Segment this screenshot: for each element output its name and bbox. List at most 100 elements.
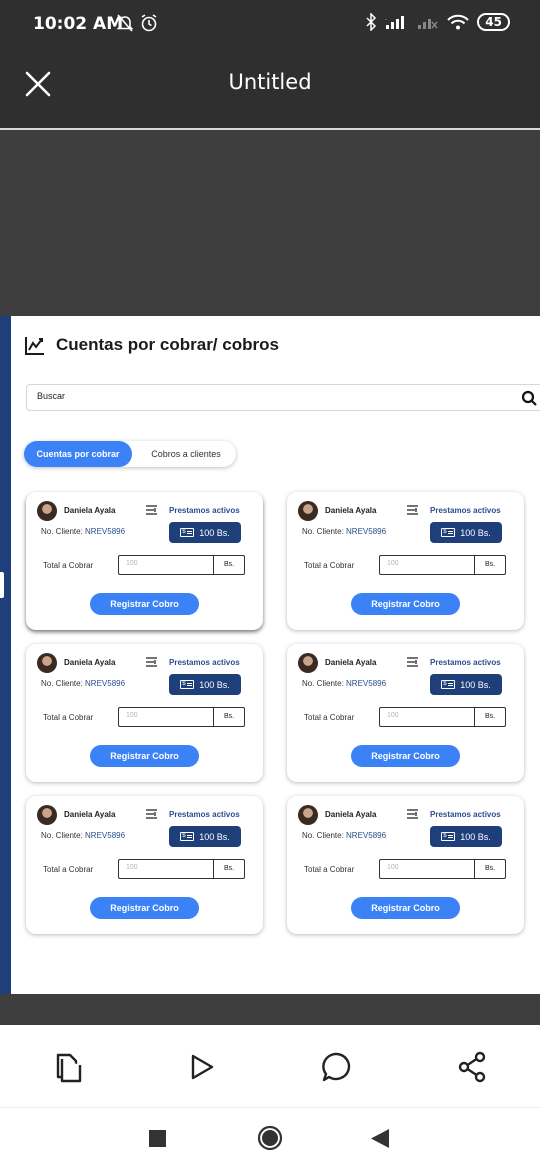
total-label: Total a Cobrar: [43, 561, 94, 570]
amount-badge: $100 Bs.: [169, 522, 241, 543]
total-field: Bs.: [118, 859, 245, 879]
avatar: [298, 653, 318, 673]
preview-content: Cuentas por cobrar/ cobros Cuentas por c…: [0, 316, 540, 994]
page-header: Cuentas por cobrar/ cobros: [24, 334, 279, 356]
tab-cobros-a-clientes[interactable]: Cobros a clientes: [136, 441, 236, 467]
client-number: No. Cliente: NREV5896: [302, 679, 386, 688]
client-name: Daniela Ayala: [64, 658, 116, 667]
drawer-handle[interactable]: [0, 572, 4, 598]
prestamos-activos-link[interactable]: Prestamos activos: [430, 658, 501, 667]
account-card[interactable]: Daniela Ayala Prestamos activos No. Clie…: [26, 644, 263, 782]
battery-icon: 45: [477, 13, 510, 31]
client-number: No. Cliente: NREV5896: [41, 527, 125, 536]
total-label: Total a Cobrar: [304, 713, 355, 722]
currency-unit: Bs.: [474, 556, 505, 574]
filter-icon[interactable]: [406, 656, 419, 668]
client-name: Daniela Ayala: [64, 506, 116, 515]
document-copy-icon[interactable]: [52, 1051, 84, 1083]
filter-icon[interactable]: [406, 808, 419, 820]
home-circle-icon[interactable]: [257, 1125, 283, 1151]
search-input[interactable]: [37, 391, 497, 401]
search-bar: [26, 384, 540, 411]
account-card[interactable]: Daniela Ayala Prestamos activos No. Clie…: [26, 796, 263, 934]
total-input[interactable]: [387, 864, 467, 871]
currency-unit: Bs.: [474, 860, 505, 878]
bluetooth-icon: [366, 13, 377, 31]
registrar-cobro-button[interactable]: Registrar Cobro: [90, 745, 199, 767]
signal-icon: .: [385, 15, 405, 29]
avatar: [298, 805, 318, 825]
money-icon: $: [441, 680, 456, 689]
avatar: [37, 805, 57, 825]
money-icon: $: [441, 832, 456, 841]
total-field: Bs.: [379, 555, 506, 575]
client-number: No. Cliente: NREV5896: [41, 831, 125, 840]
tab-cuentas-por-cobrar[interactable]: Cuentas por cobrar: [24, 441, 132, 467]
total-field: Bs.: [379, 707, 506, 727]
recents-square-icon[interactable]: [149, 1130, 166, 1147]
client-number: No. Cliente: NREV5896: [302, 831, 386, 840]
amount-value: 100 Bs.: [460, 527, 491, 538]
alarm-icon: [141, 14, 157, 32]
system-nav-bar: [0, 1107, 540, 1170]
registrar-cobro-button[interactable]: Registrar Cobro: [351, 593, 460, 615]
client-code: NREV5896: [346, 527, 387, 536]
account-card[interactable]: Daniela Ayala Prestamos activos No. Clie…: [287, 796, 524, 934]
currency-unit: Bs.: [474, 708, 505, 726]
status-bar: 10:02 AM . 45: [0, 0, 540, 50]
client-name: Daniela Ayala: [325, 658, 377, 667]
total-input[interactable]: [126, 864, 206, 871]
registrar-cobro-button[interactable]: Registrar Cobro: [90, 897, 199, 919]
share-icon[interactable]: [456, 1051, 488, 1083]
total-label: Total a Cobrar: [43, 865, 94, 874]
filter-icon[interactable]: [145, 808, 158, 820]
search-icon[interactable]: [521, 390, 537, 406]
amount-badge: $100 Bs.: [430, 826, 502, 847]
signal-off-icon: [418, 19, 438, 29]
filter-icon[interactable]: [406, 504, 419, 516]
client-number-label: No. Cliente:: [41, 527, 83, 536]
registrar-cobro-button[interactable]: Registrar Cobro: [90, 593, 199, 615]
account-card[interactable]: Daniela Ayala Prestamos activos No. Clie…: [287, 644, 524, 782]
client-name: Daniela Ayala: [64, 810, 116, 819]
comment-icon[interactable]: [321, 1051, 353, 1083]
filter-icon[interactable]: [145, 656, 158, 668]
prestamos-activos-link[interactable]: Prestamos activos: [430, 810, 501, 819]
client-code: NREV5896: [85, 679, 126, 688]
avatar: [37, 653, 57, 673]
money-icon: $: [180, 528, 195, 537]
app-title: Untitled: [228, 70, 312, 94]
prestamos-activos-link[interactable]: Prestamos activos: [169, 810, 240, 819]
total-input[interactable]: [126, 560, 206, 567]
registrar-cobro-button[interactable]: Registrar Cobro: [351, 897, 460, 919]
total-input[interactable]: [126, 712, 206, 719]
total-input[interactable]: [387, 712, 467, 719]
total-label: Total a Cobrar: [304, 865, 355, 874]
currency-unit: Bs.: [213, 708, 244, 726]
total-input[interactable]: [387, 560, 467, 567]
avatar: [37, 501, 57, 521]
account-card[interactable]: Daniela Ayala Prestamos activos No. Clie…: [26, 492, 263, 630]
client-name: Daniela Ayala: [325, 506, 377, 515]
total-field: Bs.: [118, 555, 245, 575]
mute-bell-icon: [116, 14, 134, 32]
filter-icon[interactable]: [145, 504, 158, 516]
prestamos-activos-link[interactable]: Prestamos activos: [169, 658, 240, 667]
currency-unit: Bs.: [213, 860, 244, 878]
account-card[interactable]: Daniela Ayala Prestamos activos No. Clie…: [287, 492, 524, 630]
client-number-label: No. Cliente:: [41, 679, 83, 688]
prestamos-activos-link[interactable]: Prestamos activos: [169, 506, 240, 515]
registrar-cobro-button[interactable]: Registrar Cobro: [351, 745, 460, 767]
money-icon: $: [441, 528, 456, 537]
back-triangle-icon[interactable]: [371, 1129, 389, 1148]
client-number-label: No. Cliente:: [302, 527, 344, 536]
chart-trend-icon: [25, 337, 44, 355]
client-code: NREV5896: [85, 527, 126, 536]
total-label: Total a Cobrar: [43, 713, 94, 722]
bottom-toolbar: [0, 1025, 540, 1107]
prestamos-activos-link[interactable]: Prestamos activos: [430, 506, 501, 515]
play-icon[interactable]: [186, 1051, 218, 1083]
wifi-icon: [447, 14, 470, 30]
amount-value: 100 Bs.: [199, 679, 230, 690]
client-number: No. Cliente: NREV5896: [41, 679, 125, 688]
